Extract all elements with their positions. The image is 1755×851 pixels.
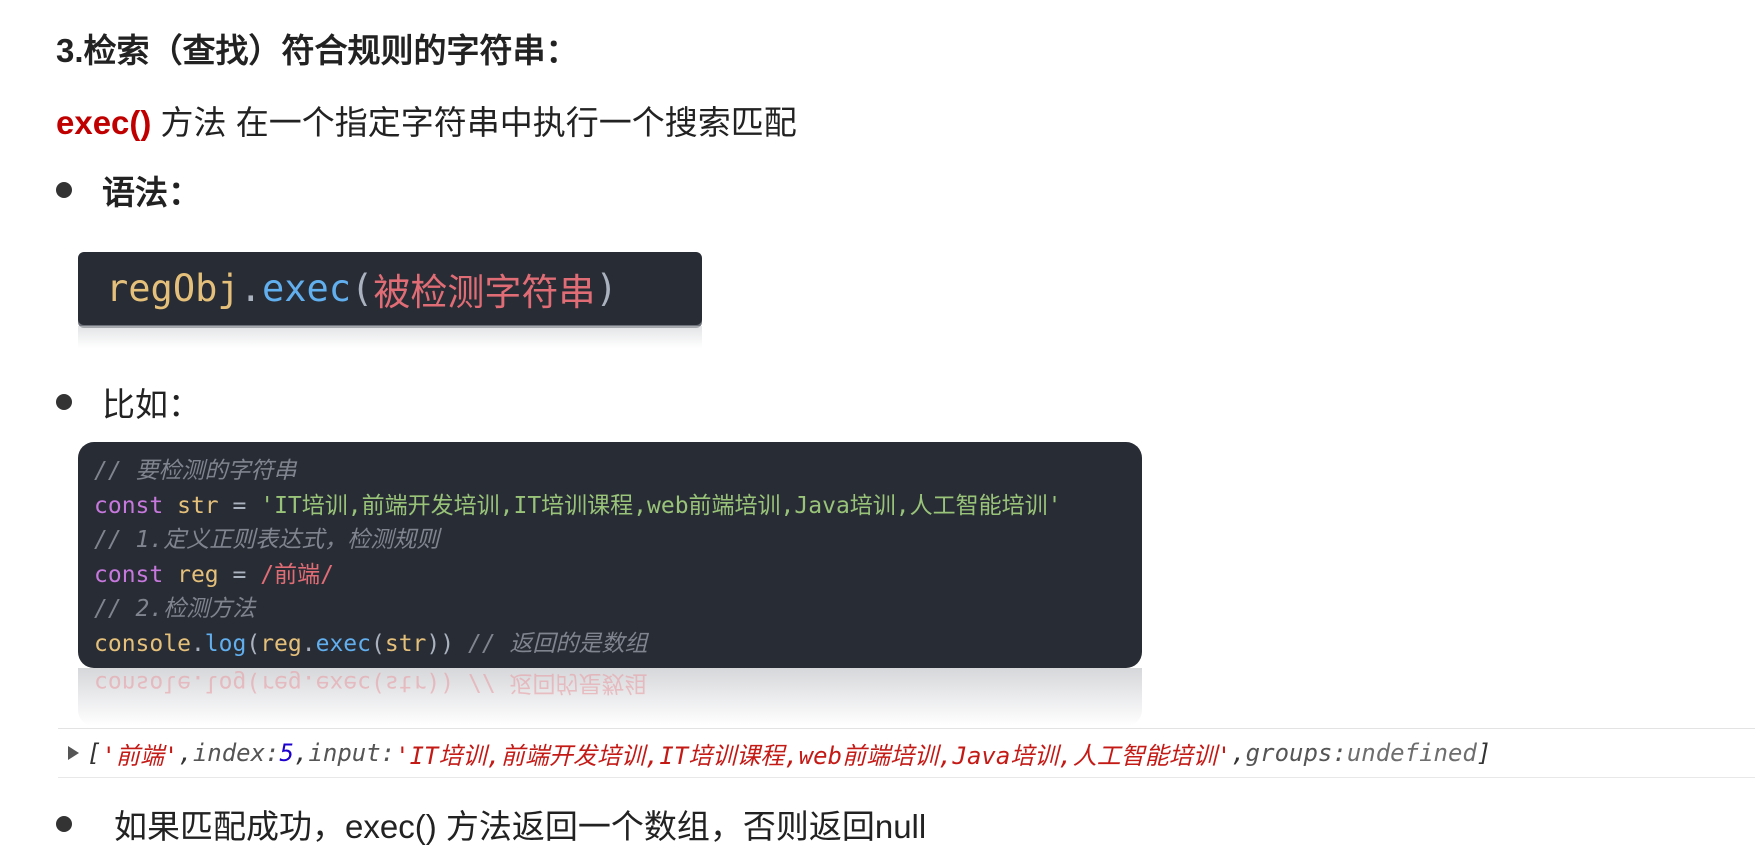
syntax-open-paren: ( [351, 267, 374, 310]
expand-triangle-icon[interactable] [68, 746, 79, 760]
syntax-reflection [78, 326, 702, 348]
code-variable: reg [177, 561, 219, 588]
code-variable: reg [260, 630, 302, 657]
code-comment: // 返回的是数组 [467, 630, 648, 657]
bullet-dot-icon [56, 182, 72, 198]
syntax-method: exec [261, 267, 352, 310]
console-match: '前端' [101, 741, 179, 770]
bullet-note: 如果匹配成功，exec() 方法返回一个数组，否则返回null [56, 800, 926, 848]
code-dot: . [190, 630, 205, 657]
code-string: 'IT培训,前端开发培训,IT培训课程,web前端培训,Java培训,人工智能培… [260, 492, 1062, 519]
intro-text: 方法 在一个指定字符串中执行一个搜索匹配 [151, 104, 797, 141]
console-index-value: 5 [279, 739, 294, 767]
bullet-dot-icon [56, 816, 72, 832]
code-paren: )) [426, 630, 455, 657]
bullet-dot-icon [56, 394, 72, 410]
bullet-syntax-label: 语法： [102, 174, 201, 211]
code-keyword: const [94, 561, 164, 588]
code-paren: ( [246, 630, 261, 657]
console-sep: , [293, 739, 309, 767]
code-line: // 要检测的字符串 [94, 454, 1142, 489]
method-name: exec() [56, 104, 152, 141]
console-index-key: index: [192, 739, 280, 767]
code-line: const reg = /前端/ [94, 558, 1142, 593]
syntax-dot: . [239, 267, 262, 310]
console-input-value: 'IT培训,前端开发培训,IT培训课程,web前端培训,Java培训,人工智能培… [395, 741, 1232, 770]
code-method: exec [315, 630, 371, 657]
code-operator: = [232, 561, 247, 588]
code-line: // 1.定义正则表达式，检测规则 [94, 523, 1142, 558]
syntax-code-block: regObj. exec(被检测字符串) [78, 252, 702, 325]
code-object: console [94, 630, 191, 657]
console-open: [ [87, 739, 102, 767]
console-sep: , [1231, 739, 1246, 767]
console-sep: , [178, 739, 193, 767]
console-close: ] [1476, 739, 1492, 767]
syntax-obj: regObj [106, 267, 240, 310]
example-code-block: // 要检测的字符串 const str = 'IT培训,前端开发培训,IT培训… [78, 442, 1142, 668]
code-variable: str [177, 492, 219, 519]
code-variable: str [384, 630, 427, 657]
code-paren: ( [371, 630, 385, 657]
console-input-key: input: [308, 739, 396, 767]
document-page: 3.检索（查找）符合规则的字符串： exec() 方法 在一个指定字符串中执行一… [0, 0, 1755, 851]
code-line: console.log(reg.exec(str)) // 返回的是数组 [94, 627, 1142, 662]
code-operator: = [232, 492, 247, 519]
console-groups-key: groups: [1245, 739, 1347, 767]
section-heading: 3.检索（查找）符合规则的字符串： [56, 32, 579, 69]
code-regex: /前端/ [260, 561, 334, 588]
bullet-example-label: 比如： [102, 386, 201, 423]
code-reflection: console.log(reg.exec(str)) // 返回的是数组 [78, 668, 1142, 726]
code-comment: // 2.检测方法 [94, 596, 256, 623]
syntax-close-paren: ) [595, 267, 618, 310]
code-method: log [204, 630, 247, 657]
code-comment: // 1.定义正则表达式，检测规则 [94, 527, 440, 554]
code-comment: // 要检测的字符串 [94, 458, 297, 484]
intro-line: exec() 方法 在一个指定字符串中执行一个搜索匹配 [56, 96, 797, 144]
code-dot: . [301, 630, 316, 657]
code-line: const str = 'IT培训,前端开发培训,IT培训课程,web前端培训,… [94, 489, 1142, 524]
syntax-arg: 被检测字符串 [373, 270, 596, 314]
console-groups-value: undefined [1346, 739, 1477, 767]
bullet-note-text: 如果匹配成功，exec() 方法返回一个数组，否则返回null [114, 808, 927, 845]
code-line: // 2.检测方法 [94, 592, 1142, 627]
code-reflection-text: console.log(reg.exec(str)) // 返回的是数组 [94, 670, 648, 696]
console-output: ['前端', index: 5, input: 'IT培训,前端开发培训,IT培… [58, 728, 1755, 778]
bullet-syntax: 语法： [56, 166, 201, 214]
code-keyword: const [94, 492, 164, 519]
bullet-example: 比如： [56, 378, 201, 426]
